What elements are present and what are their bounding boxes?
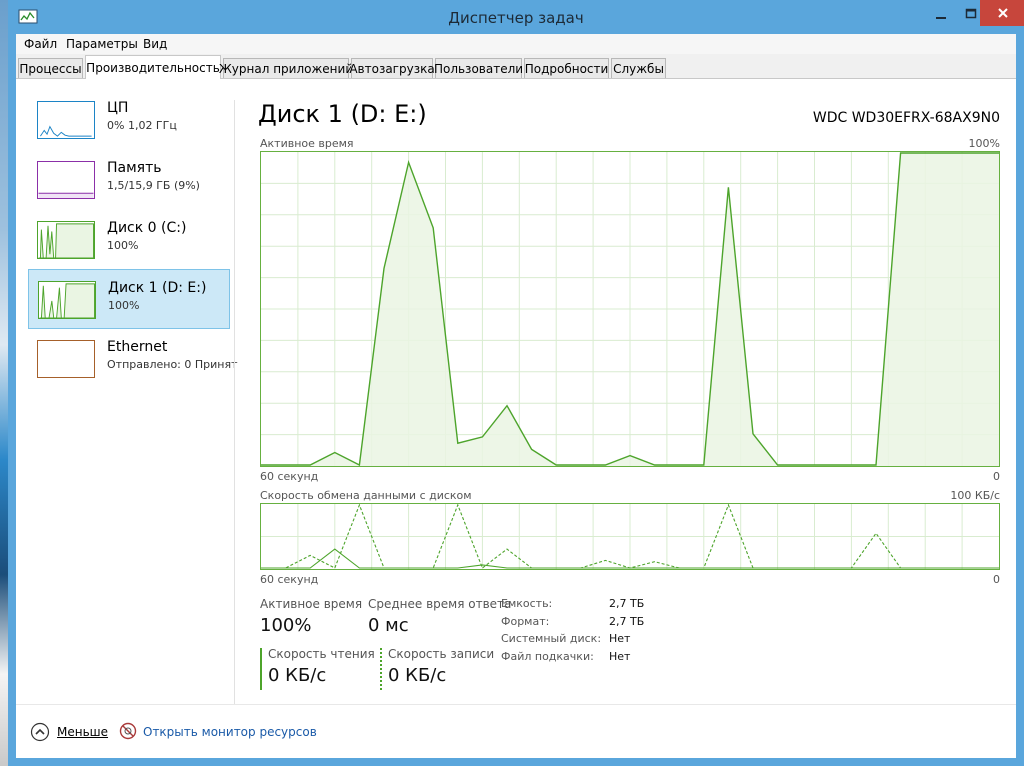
tab-startup[interactable]: Автозагрузка — [349, 58, 435, 78]
tab-processes[interactable]: Процессы — [18, 58, 83, 78]
read-speed-label: Скорость чтения — [268, 647, 375, 661]
active-time-time-label: 60 секунд — [260, 470, 319, 483]
fewer-details-link[interactable]: Меньше — [57, 725, 108, 739]
sidebar-item-label: Ethernet — [107, 339, 168, 355]
active-time-max-label: 100% — [968, 137, 1000, 150]
chevron-up-circle-icon — [30, 722, 50, 742]
active-time-graph-label: Активное время — [260, 137, 354, 150]
sidebar-item-sub: 100% — [108, 299, 140, 312]
memory-thumbnail — [37, 161, 95, 199]
read-speed-value: 0 КБ/с — [268, 665, 327, 686]
menu-view[interactable]: Вид — [143, 37, 167, 51]
sidebar-item-label: ЦП — [107, 100, 129, 116]
response-time-value: 0 мс — [368, 615, 409, 636]
system-disk-value: Нет — [609, 632, 631, 645]
fewer-details-button[interactable] — [30, 722, 50, 742]
transfer-chart — [261, 504, 999, 569]
sidebar-separator — [234, 100, 235, 704]
active-time-min-label: 0 — [993, 470, 1000, 483]
close-icon — [998, 8, 1008, 18]
format-value: 2,7 ТБ — [609, 615, 645, 628]
sidebar-item-cpu[interactable]: ЦП 0% 1,02 ГГц — [28, 90, 230, 150]
tab-app-history[interactable]: Журнал приложений — [219, 58, 353, 78]
title-bar[interactable]: Диспетчер задач — [8, 0, 1024, 34]
transfer-graph-label: Скорость обмена данными с диском — [260, 489, 472, 502]
disk-model: WDC WD30EFRX-68AX9N0 — [812, 110, 1000, 126]
close-button[interactable] — [980, 0, 1024, 26]
transfer-time-label: 60 секунд — [260, 573, 319, 586]
task-manager-window: Диспетчер задач Файл Параметры Вид Проце… — [8, 0, 1024, 766]
capacity-value: 2,7 ТБ — [609, 597, 645, 610]
tab-users[interactable]: Пользователи — [434, 58, 523, 78]
capacity-label: Емкость: — [501, 597, 553, 610]
resource-monitor-icon-wrap[interactable] — [119, 722, 139, 742]
window-title: Диспетчер задач — [448, 9, 584, 27]
active-time-chart — [261, 152, 999, 466]
sidebar-item-sub: 1,5/15,9 ГБ (9%) — [107, 179, 200, 192]
system-disk-label: Системный диск: — [501, 632, 602, 645]
tab-performance[interactable]: Производительность — [85, 55, 221, 79]
sidebar-item-label: Диск 1 (D: E:) — [108, 280, 207, 296]
sidebar-item-disk1[interactable]: Диск 1 (D: E:) 100% — [28, 269, 230, 329]
menu-bar: Файл Параметры Вид — [16, 34, 1016, 54]
footer-separator — [16, 704, 1016, 705]
active-time-graph — [260, 151, 1000, 467]
sidebar-item-sub: 100% — [107, 239, 139, 252]
write-speed-label: Скорость записи — [388, 647, 495, 661]
sidebar-item-memory[interactable]: Память 1,5/15,9 ГБ (9%) — [28, 150, 230, 210]
write-speed-marker — [380, 648, 382, 690]
sidebar-item-label: Диск 0 (C:) — [107, 220, 187, 236]
page-title: Диск 1 (D: E:) — [258, 100, 427, 128]
minimize-button[interactable] — [926, 0, 956, 28]
open-resource-monitor-link[interactable]: Открыть монитор ресурсов — [143, 725, 317, 739]
transfer-max-label: 100 КБ/с — [950, 489, 1000, 502]
response-time-label: Среднее время ответа — [368, 597, 512, 611]
menu-file[interactable]: Файл — [24, 37, 57, 51]
client-area: Файл Параметры Вид Процессы Производител… — [16, 34, 1016, 758]
sidebar-item-ethernet[interactable]: Ethernet Отправлено: 0 Принят — [28, 329, 238, 389]
sidebar-item-sub: 0% 1,02 ГГц — [107, 119, 177, 132]
sidebar-item-label: Память — [107, 160, 162, 176]
write-speed-value: 0 КБ/с — [388, 665, 447, 686]
tab-details[interactable]: Подробности — [524, 58, 609, 78]
tab-bar: Процессы Производительность Журнал прило… — [16, 54, 1016, 79]
format-label: Формат: — [501, 615, 550, 628]
sidebar-item-sub: Отправлено: 0 Принят — [107, 358, 238, 371]
active-time-stat-value: 100% — [260, 615, 312, 636]
disk0-thumbnail — [37, 221, 95, 259]
transfer-graph — [260, 503, 1000, 570]
page-file-value: Нет — [609, 650, 631, 663]
active-time-stat-label: Активное время — [260, 597, 363, 611]
read-speed-marker — [260, 648, 262, 690]
page-file-label: Файл подкачки: — [501, 650, 594, 663]
tab-services[interactable]: Службы — [611, 58, 666, 78]
transfer-min-label: 0 — [993, 573, 1000, 586]
cpu-thumbnail — [37, 101, 95, 139]
sidebar-item-disk0[interactable]: Диск 0 (C:) 100% — [28, 210, 230, 270]
resource-monitor-icon — [119, 722, 137, 740]
menu-options[interactable]: Параметры — [66, 37, 138, 51]
maximize-icon — [965, 8, 977, 19]
minimize-icon — [936, 17, 946, 19]
ethernet-thumbnail — [37, 340, 95, 378]
disk1-thumbnail — [38, 281, 96, 319]
